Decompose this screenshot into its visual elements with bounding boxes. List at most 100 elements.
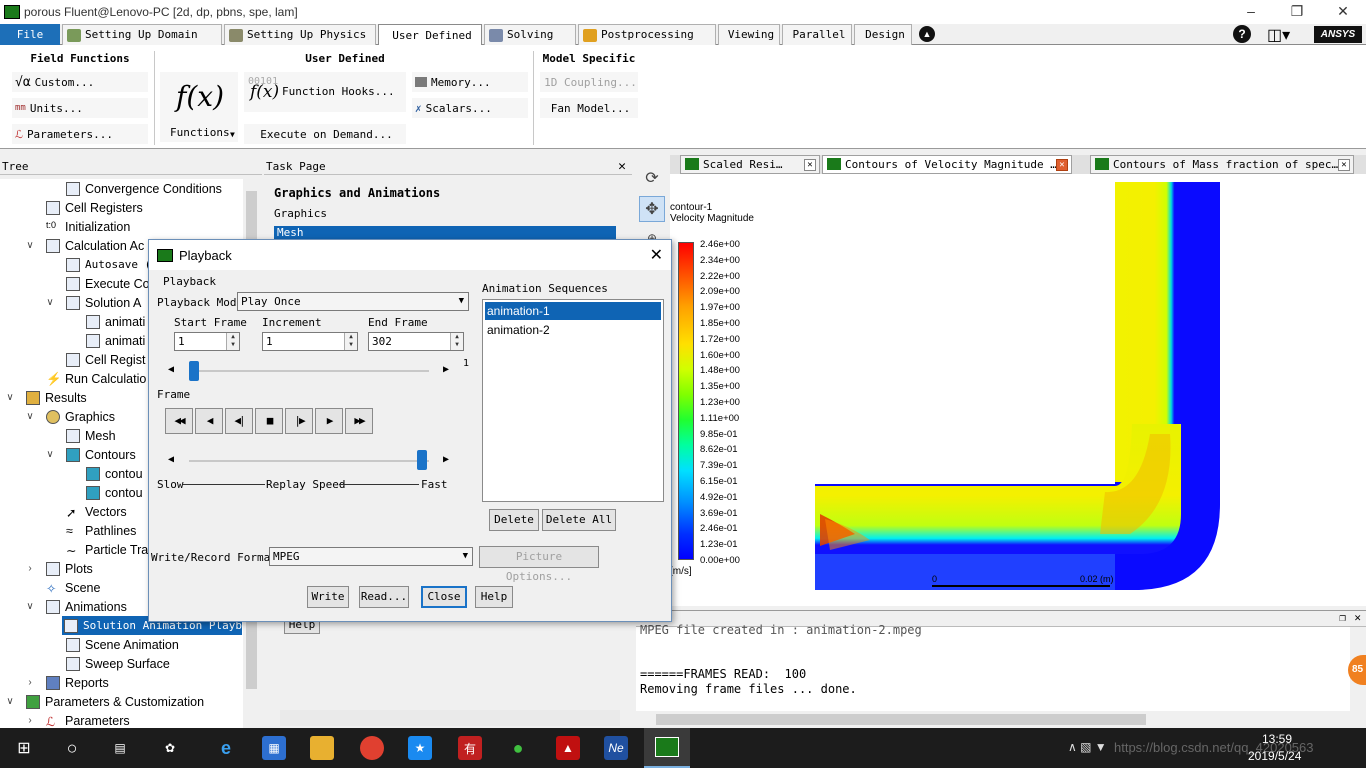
fan-model-button[interactable]: Fan Model... — [540, 98, 638, 118]
layout-icon[interactable]: ◫▾ — [1267, 25, 1290, 45]
tree-item[interactable]: Sweep Surface — [66, 654, 170, 673]
speed-slider-thumb[interactable] — [417, 450, 427, 470]
close-icon[interactable]: ✕ — [618, 158, 626, 175]
close-tab-icon[interactable]: ✕ — [804, 159, 816, 171]
frame-slider-track[interactable] — [189, 370, 429, 372]
app-icon[interactable]: ✿ — [158, 736, 182, 760]
execute-on-demand-button[interactable]: Execute on Demand... — [244, 124, 406, 144]
console-hscrollbar[interactable] — [636, 711, 1350, 728]
task-view-icon[interactable]: ▤ — [108, 736, 132, 760]
list-item[interactable]: animation-1 — [485, 302, 661, 320]
tree-item[interactable]: animati — [86, 312, 145, 331]
read-button[interactable]: Read... — [359, 586, 409, 608]
tree-item[interactable]: ∨ Parameters & Customization — [6, 692, 204, 711]
close-tab-icon[interactable]: ✕ — [1056, 159, 1068, 171]
tree-item[interactable]: ∨ Results — [6, 388, 87, 407]
tree-item[interactable]: t:0 Initialization — [46, 217, 130, 236]
tree-item[interactable]: ✧ Scene — [46, 578, 100, 597]
tree-item[interactable]: ∨ Contours — [46, 445, 136, 464]
tab-viewing[interactable]: Viewing — [718, 24, 780, 45]
collapse-icon[interactable]: ∨ — [24, 601, 36, 612]
edge-browser-icon[interactable]: e — [214, 736, 238, 760]
format-select[interactable]: MPEG ▼ — [269, 547, 473, 566]
close-window-button[interactable]: ✕ — [1320, 0, 1366, 24]
skip-to-start-icon[interactable]: ◀◀ — [165, 408, 193, 434]
parameters-button[interactable]: ℒ Parameters... — [12, 124, 148, 144]
skip-to-end-icon[interactable]: ▶▶ — [345, 408, 373, 434]
play-icon[interactable]: ▶ — [315, 408, 343, 434]
scalars-button[interactable]: ✗ Scalars... — [412, 98, 528, 118]
rotate-icon[interactable]: ⟳ — [639, 165, 665, 191]
restore-button[interactable]: ❐ — [1274, 0, 1320, 24]
delete-all-button[interactable]: Delete All — [542, 509, 616, 531]
tree-item[interactable]: contou — [86, 483, 143, 502]
tab-scaled-residuals[interactable]: Scaled Resi… ✕ — [680, 155, 820, 174]
mesh-list-item[interactable]: Mesh — [274, 226, 616, 240]
expand-icon[interactable]: › — [24, 563, 36, 574]
expand-icon[interactable]: › — [24, 715, 36, 726]
frame-slider-thumb[interactable] — [189, 361, 199, 381]
start-frame-field[interactable]: 1 ▲ ▼ — [174, 332, 240, 351]
spinner-arrows-icon[interactable]: ▲ ▼ — [226, 333, 239, 350]
tree-item[interactable]: ≈ Pathlines — [66, 521, 136, 540]
tree-item[interactable]: Convergence Conditions — [66, 179, 222, 198]
tab-setting-up-domain[interactable]: Setting Up Domain — [62, 24, 222, 45]
tree-item[interactable]: Mesh — [66, 426, 116, 445]
end-frame-field[interactable]: 302 ▲ ▼ — [368, 332, 464, 351]
tab-contours-velocity[interactable]: Contours of Velocity Magnitude … ✕ — [822, 155, 1072, 174]
store-icon[interactable]: ▦ — [262, 736, 286, 760]
console-panel[interactable]: e❐✕ MPEG file created in : animation-2.m… — [636, 610, 1366, 728]
tab-postprocessing[interactable]: Postprocessing — [578, 24, 716, 45]
collapse-icon[interactable]: ∨ — [24, 240, 36, 251]
tree-item[interactable]: ∨ Animations — [26, 597, 127, 616]
pdf-reader-icon[interactable]: ▲ — [556, 736, 580, 760]
maximize-icon[interactable]: ❐ — [1339, 611, 1346, 624]
minimize-button[interactable]: – — [1228, 0, 1274, 24]
increment-field[interactable]: 1 ▲ ▼ — [262, 332, 358, 351]
help-icon[interactable]: ? — [1233, 25, 1251, 43]
tree-item[interactable]: ➚ Vectors — [66, 502, 127, 521]
tree-item[interactable]: › ℒ Parameters — [28, 711, 129, 729]
tree-item[interactable]: animati — [86, 331, 145, 350]
tree-item[interactable]: › Plots — [28, 559, 93, 578]
tree-item[interactable]: ∨ Calculation Ac — [26, 236, 144, 255]
tree-item[interactable]: ∼ Particle Tra — [66, 540, 148, 559]
collapse-icon[interactable]: ∨ — [24, 411, 36, 422]
frame-next-arrow-icon[interactable]: ▶ — [443, 364, 449, 375]
speed-increase-arrow-icon[interactable]: ▶ — [443, 454, 449, 465]
collapse-icon[interactable]: ∨ — [44, 297, 56, 308]
tree-item[interactable]: Execute Co — [66, 274, 150, 293]
collapse-ribbon-icon[interactable]: ▲ — [919, 26, 935, 42]
close-tab-icon[interactable]: ✕ — [1338, 159, 1350, 171]
write-button[interactable]: Write — [307, 586, 349, 608]
youdao-icon[interactable]: 有 — [458, 736, 482, 760]
memory-button[interactable]: Memory... — [412, 72, 528, 92]
close-icon[interactable]: ✕ — [1354, 611, 1361, 624]
pan-icon[interactable]: ✥ — [639, 196, 665, 222]
wechat-icon[interactable]: ● — [506, 736, 530, 760]
fluent-taskbar-button[interactable] — [644, 728, 690, 768]
tab-solving[interactable]: Solving — [484, 24, 576, 45]
units-button[interactable]: mm Units... — [12, 98, 148, 118]
step-forward-icon[interactable]: |▶ — [285, 408, 313, 434]
picture-options-button[interactable]: Picture Options... — [479, 546, 599, 583]
close-button[interactable]: Close — [421, 586, 467, 608]
tree-item[interactable]: ∨ Graphics — [26, 407, 115, 426]
collapse-icon[interactable]: ∨ — [4, 392, 16, 403]
tab-user-defined[interactable]: User Defined — [378, 24, 482, 46]
delete-button[interactable]: Delete — [489, 509, 539, 531]
collapse-icon[interactable]: ∨ — [4, 696, 16, 707]
tab-parallel[interactable]: Parallel — [782, 24, 852, 45]
dialog-close-icon[interactable]: ✕ — [650, 245, 663, 265]
app-star-icon[interactable]: ★ — [408, 736, 432, 760]
stop-icon[interactable]: ■ — [255, 408, 283, 434]
collapse-icon[interactable]: ∨ — [44, 449, 56, 460]
tray-icons[interactable]: ∧ ▧ ▼ — [1068, 740, 1107, 754]
task-hscrollbar[interactable] — [280, 710, 620, 726]
tab-design[interactable]: Design — [854, 24, 912, 45]
tree-item[interactable]: ⚡ Run Calculatio — [46, 369, 146, 388]
frame-prev-arrow-icon[interactable]: ◀ — [168, 364, 174, 375]
windows-start-icon[interactable]: ⊞ — [12, 736, 36, 760]
tab-contours-mass-fraction[interactable]: Contours of Mass fraction of spec… ✕ — [1090, 155, 1354, 174]
function-hooks-button[interactable]: 00101 f(x) Function Hooks... — [244, 72, 406, 112]
